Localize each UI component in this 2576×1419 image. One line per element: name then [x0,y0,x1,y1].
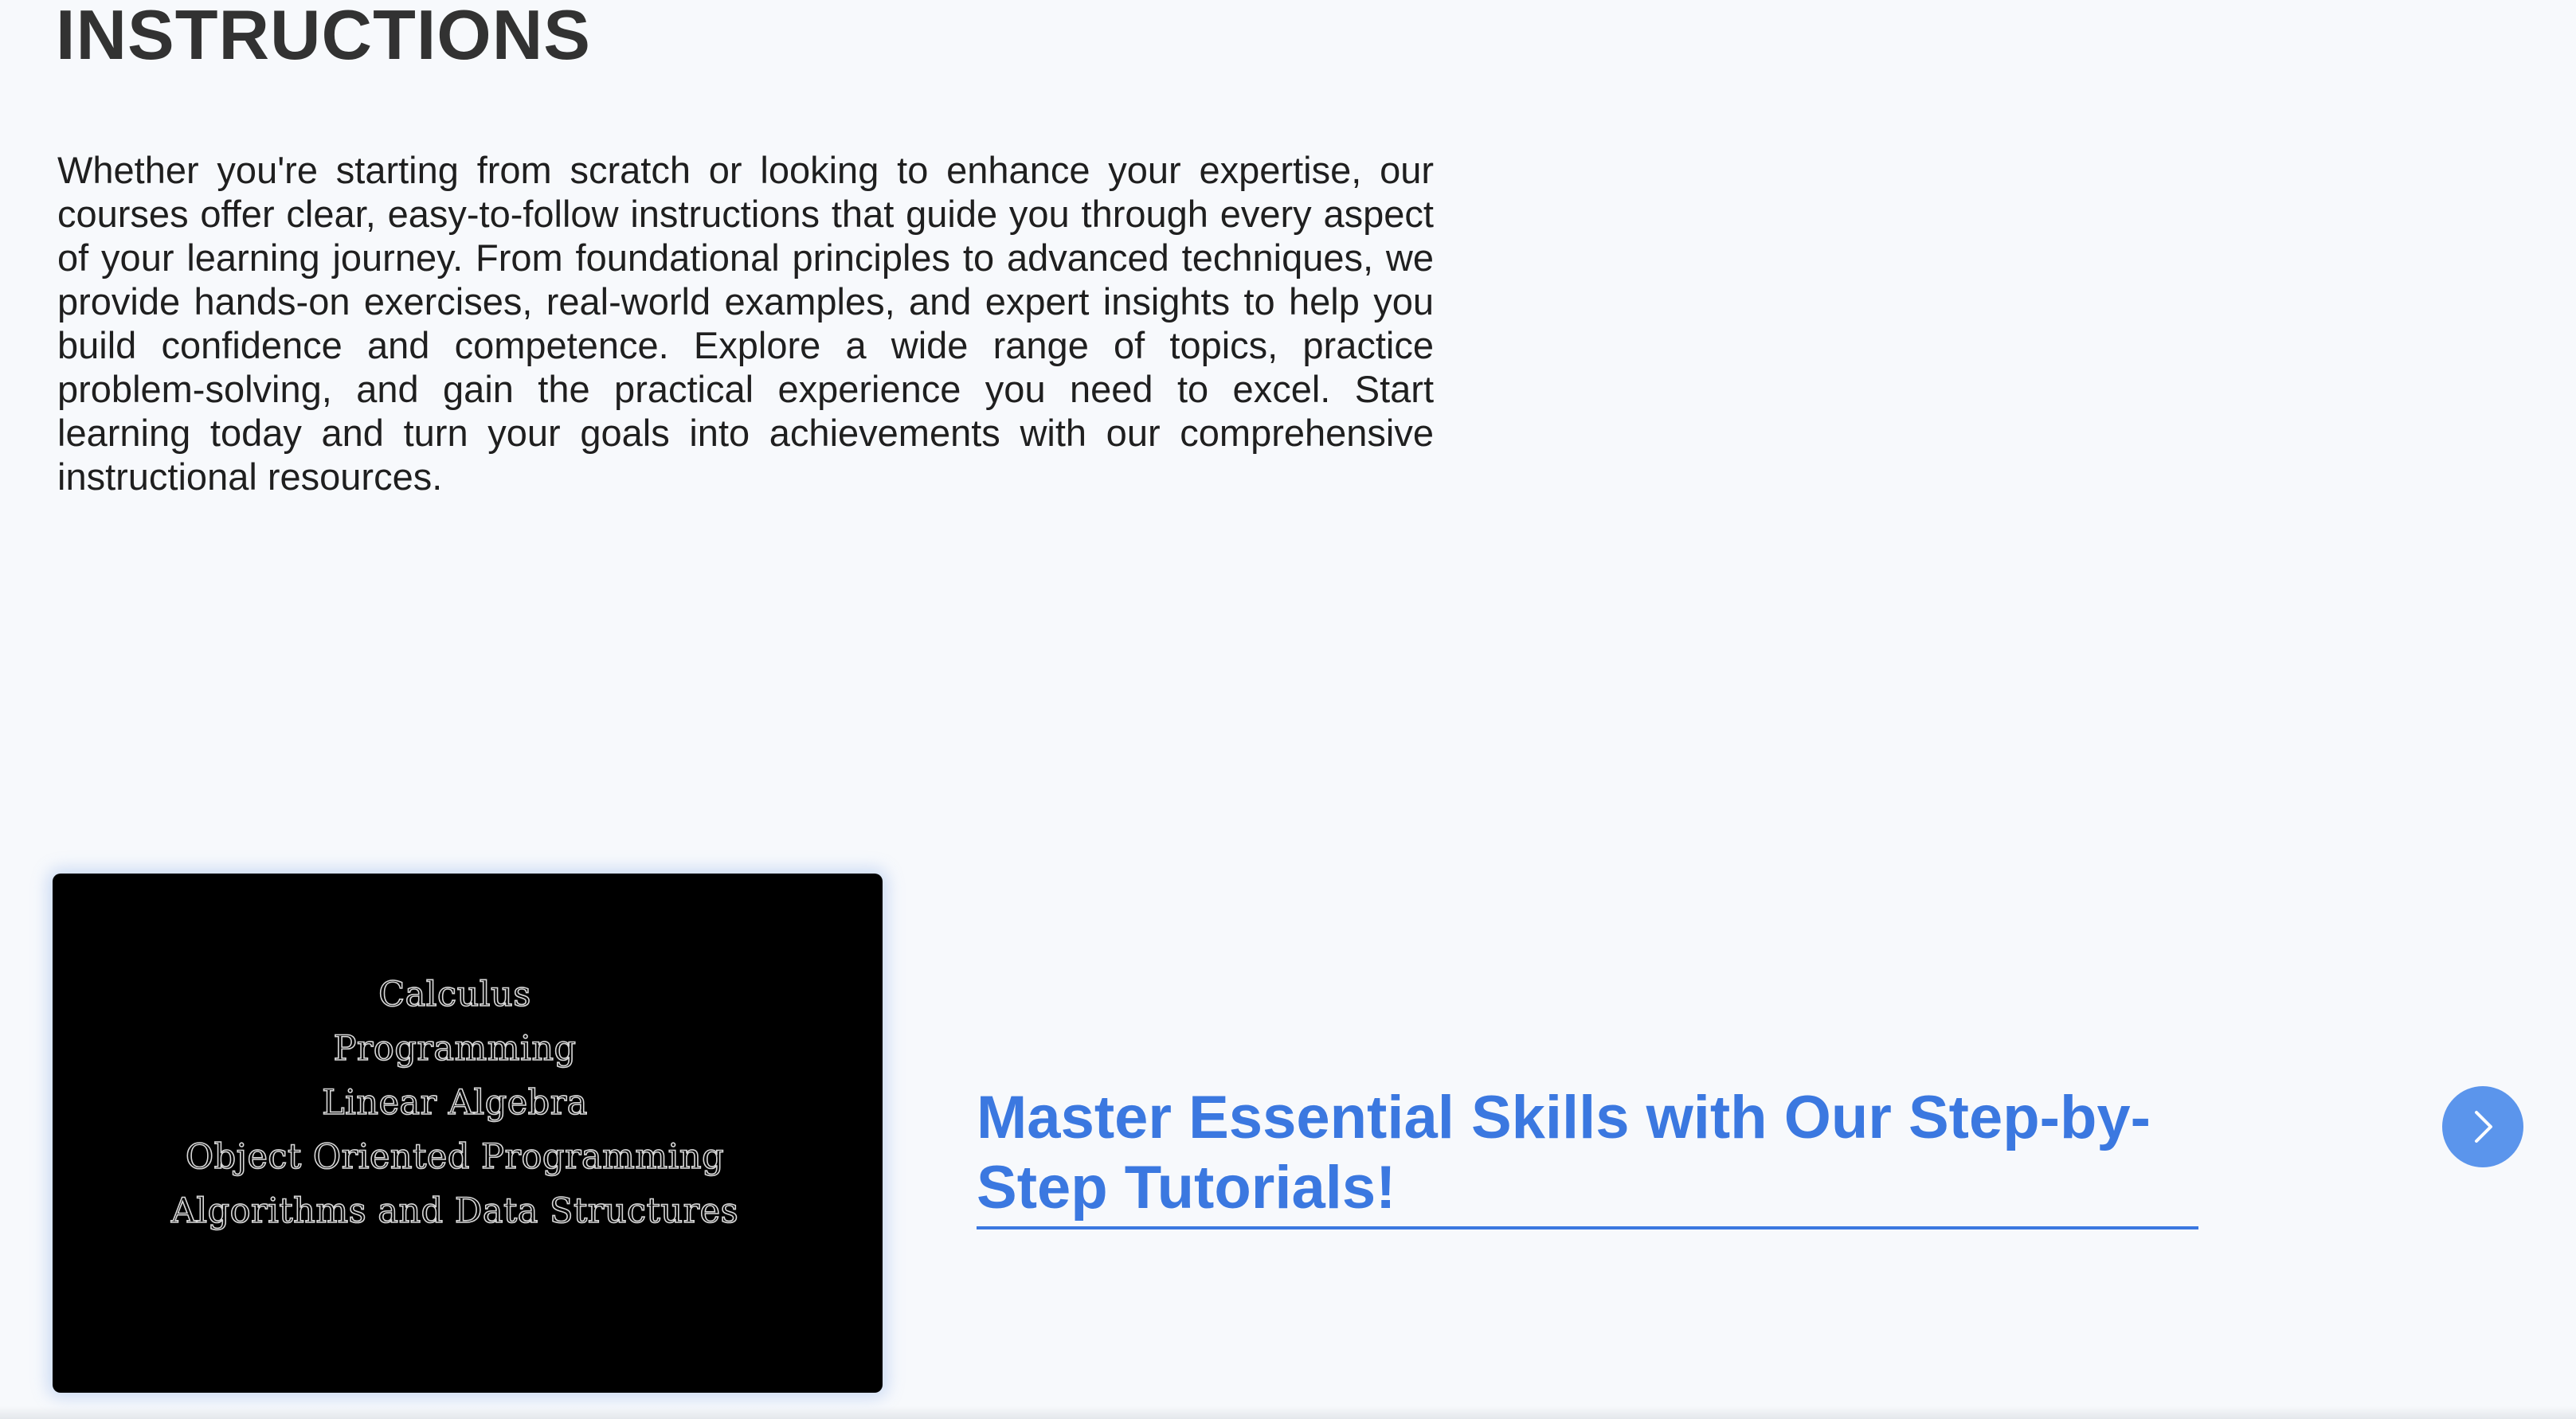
topic-item: Linear Algebra [321,1082,588,1124]
chevron-right-icon [2467,1106,2499,1147]
topics-video[interactable]: Calculus Programming Linear Algebra Obje… [53,874,883,1393]
page-title: INSTRUCTIONS [56,0,591,74]
instructions-page: INSTRUCTIONS Whether you're starting fro… [0,0,2576,1419]
topic-item: Object Oriented Programming [185,1136,725,1178]
tutorials-headline-link[interactable]: Master Essential Skills with Our Step-by… [977,1083,2198,1229]
topic-item: Programming [333,1028,577,1069]
topic-item: Algorithms and Data Structures [170,1190,739,1232]
bottom-divider [0,1406,2576,1419]
intro-paragraph: Whether you're starting from scratch or … [57,149,1434,498]
topic-list: Calculus Programming Linear Algebra Obje… [53,968,857,1238]
topic-item: Calculus [378,974,531,1015]
next-slide-button[interactable] [2442,1086,2523,1167]
